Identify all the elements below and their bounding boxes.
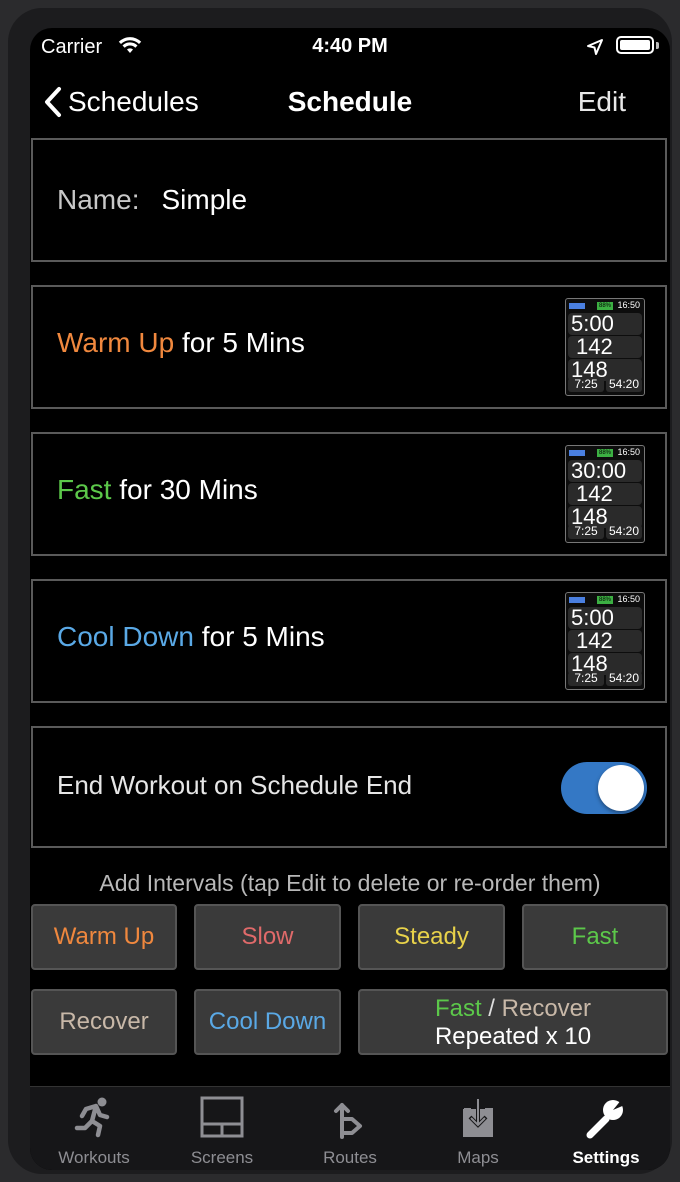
location-arrow-icon — [586, 38, 604, 61]
runner-icon — [74, 1097, 110, 1138]
repeat-fast-label: Fast — [434, 995, 482, 1022]
preview-pace: 7:25 — [568, 378, 604, 392]
tab-label: Screens — [190, 1148, 254, 1167]
signal-bars-icon — [569, 303, 585, 309]
preview-interval-time: 5:00 — [571, 311, 614, 336]
tab-maps[interactable]: Maps — [414, 1087, 542, 1170]
button-label: Slow — [241, 923, 294, 950]
signal-bars-icon — [569, 597, 585, 603]
preview-clock: 16:50 — [617, 447, 640, 457]
preview-row-time: 5:00 — [568, 607, 642, 629]
button-label: Warm Up — [53, 923, 155, 950]
tab-screens[interactable]: Screens — [158, 1087, 286, 1170]
repeat-count-label: Repeated x 10 — [434, 1023, 592, 1050]
preview-pace: 7:25 — [568, 525, 604, 539]
interval-name: Fast — [57, 474, 112, 505]
interval-name: Cool Down — [57, 621, 194, 652]
repeat-recover-label: Recover — [501, 995, 592, 1022]
preview-heart-rate: 142 — [576, 481, 613, 506]
routes-icon — [334, 1103, 362, 1139]
interval-cell-cool-down[interactable]: Cool Down for 5 Mins 88% 16:50 5:00 142 … — [31, 579, 667, 703]
button-label: Steady — [394, 923, 469, 950]
add-cool-down-button[interactable]: Cool Down — [194, 989, 341, 1055]
preview-heart-rate: 142 — [576, 334, 613, 359]
toggle-knob — [598, 765, 644, 811]
status-time: 4:40 PM — [312, 35, 388, 57]
end-workout-cell: End Workout on Schedule End — [31, 726, 667, 848]
button-label: Recover — [59, 1008, 149, 1035]
tab-settings[interactable]: Settings — [542, 1087, 670, 1170]
add-steady-button[interactable]: Steady — [358, 904, 505, 970]
button-label: Cool Down — [208, 1008, 327, 1035]
interval-cell-warm-up[interactable]: Warm Up for 5 Mins 88% 16:50 5:00 142 14… — [31, 285, 667, 409]
preview-row-time: 5:00 — [568, 313, 642, 335]
tab-label: Routes — [323, 1148, 377, 1167]
repeat-separator: / — [481, 995, 502, 1022]
preview-row-hr: 142 — [568, 630, 642, 652]
add-slow-button[interactable]: Slow — [194, 904, 341, 970]
navigation-bar: Schedules Schedule Edit — [30, 76, 670, 128]
interval-text: Warm Up for 5 Mins — [57, 327, 305, 359]
interval-detail: for 30 Mins — [111, 474, 258, 505]
preview-row-hr: 142 — [568, 483, 642, 505]
end-workout-label: End Workout on Schedule End — [57, 770, 413, 800]
preview-clock: 16:50 — [617, 594, 640, 604]
interval-cell-fast[interactable]: Fast for 30 Mins 88% 16:50 30:00 142 148… — [31, 432, 667, 556]
preview-elapsed: 54:20 — [606, 378, 642, 392]
maps-download-icon — [463, 1099, 493, 1137]
name-value[interactable]: Simple — [161, 184, 247, 215]
watch-screen-preview: 88% 16:50 5:00 142 148 7:25 54:20 — [565, 298, 645, 396]
battery-percent: 88% — [597, 302, 613, 310]
battery-percent: 88% — [597, 596, 613, 604]
screens-icon — [200, 1096, 244, 1138]
interval-text: Cool Down for 5 Mins — [57, 621, 325, 653]
page-title: Schedule — [287, 86, 413, 117]
battery-tip — [656, 42, 659, 49]
add-warm-up-button[interactable]: Warm Up — [31, 904, 177, 970]
tab-bar: Workouts Screens Routes Maps Settings — [30, 1086, 670, 1170]
tab-routes[interactable]: Routes — [286, 1087, 414, 1170]
status-bar: Carrier 4:40 PM — [30, 28, 670, 68]
edit-button[interactable]: Edit — [578, 86, 626, 118]
watch-screen-preview: 88% 16:50 5:00 142 148 7:25 54:20 — [565, 592, 645, 690]
preview-interval-time: 30:00 — [571, 458, 627, 483]
preview-elapsed: 54:20 — [606, 672, 642, 686]
screen: Carrier 4:40 PM Schedules Schedule Edit … — [30, 28, 670, 1170]
add-fast-recover-repeat-button[interactable]: Fast / Recover Repeated x 10 — [358, 989, 668, 1055]
signal-bars-icon — [569, 450, 585, 456]
watch-screen-preview: 88% 16:50 30:00 142 148 7:25 54:20 — [565, 445, 645, 543]
add-fast-button[interactable]: Fast — [522, 904, 668, 970]
preview-clock: 16:50 — [617, 300, 640, 310]
preview-pace: 7:25 — [568, 672, 604, 686]
interval-text: Fast for 30 Mins — [57, 474, 258, 506]
preview-heart-rate: 142 — [576, 628, 613, 653]
tab-label: Workouts — [58, 1148, 130, 1167]
device-frame: Carrier 4:40 PM Schedules Schedule Edit … — [8, 8, 672, 1174]
button-label: Fast — [571, 923, 619, 950]
interval-detail: for 5 Mins — [193, 621, 325, 652]
tab-label: Maps — [457, 1148, 499, 1167]
name-label: Name: — [57, 184, 140, 215]
preview-interval-time: 5:00 — [571, 605, 614, 630]
add-intervals-hint: Add Intervals (tap Edit to delete or re-… — [99, 870, 601, 896]
repeat-button-line1: Fast / Recover — [360, 995, 666, 1023]
battery-percent: 88% — [597, 449, 613, 457]
battery-icon — [616, 36, 654, 54]
add-recover-button[interactable]: Recover — [31, 989, 177, 1055]
interval-name: Warm Up — [57, 327, 175, 358]
preview-row-time: 30:00 — [568, 460, 642, 482]
interval-detail: for 5 Mins — [174, 327, 305, 358]
tab-label: Settings — [572, 1148, 640, 1167]
name-cell[interactable]: Name: Simple — [31, 138, 667, 262]
tab-workouts[interactable]: Workouts — [30, 1087, 158, 1170]
preview-elapsed: 54:20 — [606, 525, 642, 539]
end-workout-toggle[interactable] — [561, 762, 647, 814]
preview-row-hr: 142 — [568, 336, 642, 358]
name-row: Name: Simple — [57, 184, 247, 216]
wrench-icon — [586, 1099, 627, 1139]
